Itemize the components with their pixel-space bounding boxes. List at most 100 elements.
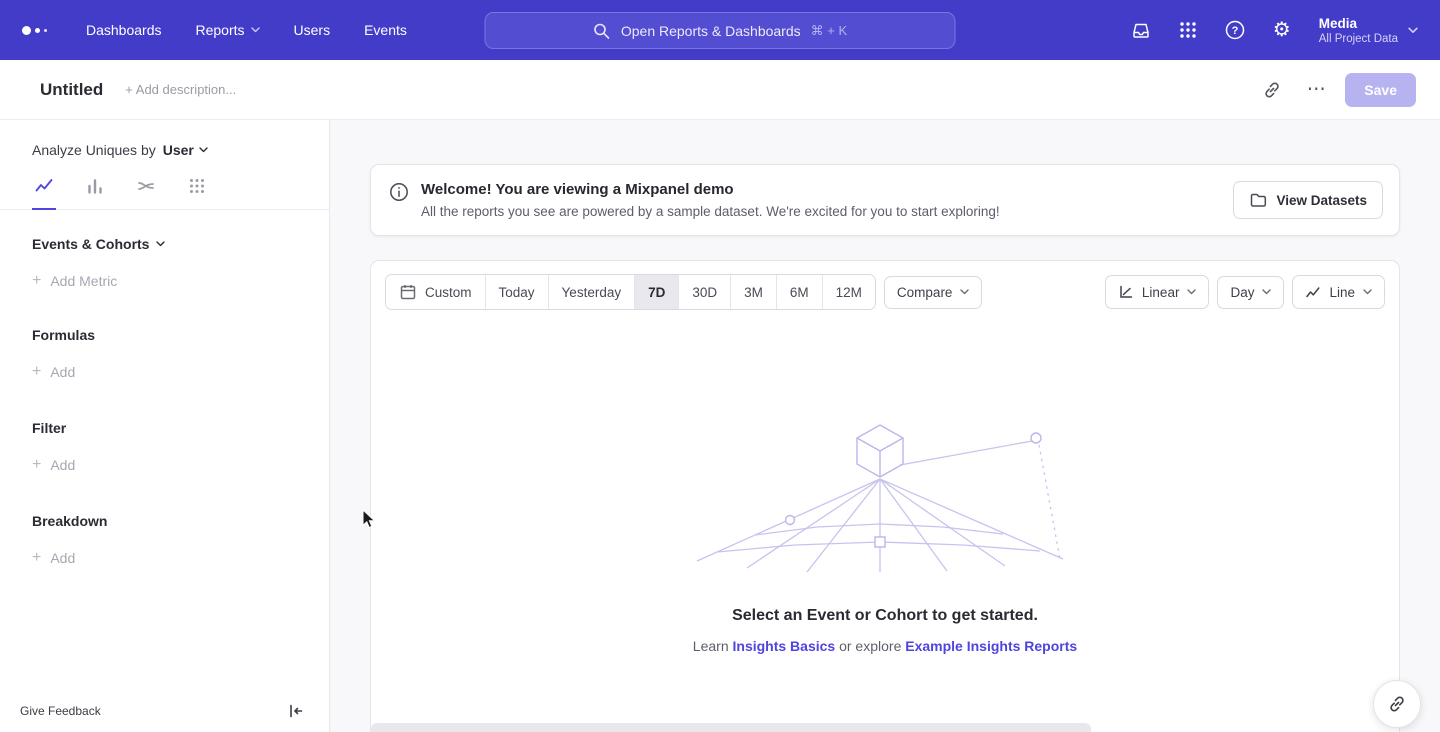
report-title[interactable]: Untitled (40, 80, 103, 100)
save-button[interactable]: Save (1345, 73, 1416, 107)
chart-type-label: Line (1329, 285, 1355, 300)
events-cohorts-label: Events & Cohorts (32, 236, 149, 252)
range-6m-button[interactable]: 6M (776, 275, 822, 309)
breakdown-section: Breakdown + Add (0, 513, 329, 566)
nav-dashboards[interactable]: Dashboards (86, 22, 162, 38)
view-datasets-label: View Datasets (1276, 193, 1367, 208)
info-icon (389, 182, 409, 202)
analyze-label: Analyze Uniques by (32, 142, 156, 158)
global-search[interactable]: Open Reports & Dashboards ⌘ + K (485, 12, 956, 49)
report-header: Untitled + Add description... ⋯ Save (0, 60, 1440, 120)
analyze-by-value: User (163, 142, 194, 158)
view-datasets-button[interactable]: View Datasets (1233, 181, 1383, 219)
header-actions: ⋯ Save (1257, 73, 1416, 107)
custom-date-label: Custom (425, 285, 472, 300)
share-link-button[interactable] (1373, 680, 1421, 728)
project-info: Media All Project Data (1319, 16, 1398, 45)
chart-type-dropdown[interactable]: Line (1292, 275, 1385, 309)
tab-bar-chart[interactable] (83, 175, 107, 209)
custom-date-button[interactable]: Custom (386, 275, 485, 309)
add-metric-button[interactable]: + Add Metric (32, 273, 117, 289)
project-switcher[interactable]: Media All Project Data (1319, 16, 1418, 45)
query-sidebar: Analyze Uniques by User Events & Cohorts (0, 120, 330, 732)
plus-icon: + (32, 364, 41, 380)
tab-metric-grid[interactable] (185, 175, 209, 209)
nav-users[interactable]: Users (294, 22, 331, 38)
search-placeholder: Open Reports & Dashboards (621, 23, 801, 39)
range-3m-button[interactable]: 3M (730, 275, 776, 309)
range-12m-button[interactable]: 12M (822, 275, 875, 309)
search-icon (593, 22, 611, 40)
add-metric-label: Add Metric (50, 273, 117, 289)
chart-card: Custom Today Yesterday 7D 30D 3M 6M 12M … (370, 260, 1400, 732)
compare-button[interactable]: Compare (884, 276, 983, 309)
add-breakdown-label: Add (50, 550, 75, 566)
empty-state-illustration (695, 421, 1075, 573)
range-30d-button[interactable]: 30D (678, 275, 730, 309)
add-formula-button[interactable]: + Add (32, 364, 75, 380)
mixpanel-logo[interactable] (22, 26, 56, 35)
formulas-section: Formulas + Add (0, 327, 329, 380)
grid-dots-icon (187, 176, 207, 196)
link-icon (1387, 694, 1407, 714)
top-navbar: Dashboards Reports Users Events Open Rep… (0, 0, 1440, 60)
calendar-icon (399, 283, 417, 301)
learn-text: Learn (693, 638, 729, 654)
banner-title: Welcome! You are viewing a Mixpanel demo (421, 181, 1000, 198)
events-cohorts-header[interactable]: Events & Cohorts (32, 236, 165, 252)
date-range-segmented-control: Custom Today Yesterday 7D 30D 3M 6M 12M (385, 274, 876, 310)
chevron-down-icon (199, 147, 208, 153)
chevron-down-icon (1187, 289, 1196, 295)
filter-label: Filter (32, 420, 297, 436)
add-breakdown-button[interactable]: + Add (32, 550, 75, 566)
empty-state: Select an Event or Cohort to get started… (371, 323, 1399, 732)
granularity-dropdown[interactable]: Day (1217, 276, 1284, 309)
empty-state-title: Select an Event or Cohort to get started… (732, 607, 1038, 625)
copy-link-icon[interactable] (1257, 75, 1287, 105)
visualization-tabs (0, 158, 329, 210)
plus-icon: + (32, 457, 41, 473)
flows-icon (136, 176, 156, 196)
plus-icon: + (32, 550, 41, 566)
logo-dot (22, 26, 31, 35)
horizontal-scrollbar[interactable] (371, 723, 1091, 732)
tab-line-chart[interactable] (32, 175, 56, 210)
more-options-button[interactable]: ⋯ (1301, 75, 1331, 105)
chevron-down-icon (156, 241, 165, 247)
apps-grid-icon[interactable] (1176, 18, 1200, 42)
or-explore-text: or explore (839, 638, 901, 654)
gear-icon[interactable]: ⚙ (1270, 18, 1294, 42)
nav-events[interactable]: Events (364, 22, 407, 38)
project-name: Media (1319, 16, 1398, 31)
gear-glyph: ⚙ (1273, 20, 1291, 40)
example-reports-link[interactable]: Example Insights Reports (905, 638, 1077, 654)
inbox-icon[interactable] (1129, 18, 1153, 42)
range-today-button[interactable]: Today (485, 275, 548, 309)
insights-basics-link[interactable]: Insights Basics (733, 638, 836, 654)
navbar-right: ? ⚙ Media All Project Data (1129, 16, 1418, 45)
tab-flows-chart[interactable] (134, 175, 158, 209)
plus-icon: + (32, 273, 41, 289)
give-feedback-link[interactable]: Give Feedback (20, 704, 101, 718)
chevron-down-icon (1363, 289, 1372, 295)
line-chart-icon (1305, 284, 1321, 300)
granularity-label: Day (1230, 285, 1254, 300)
demo-banner: Welcome! You are viewing a Mixpanel demo… (370, 164, 1400, 236)
chevron-down-icon (251, 27, 260, 33)
empty-state-links: Learn Insights Basics or explore Example… (693, 638, 1077, 654)
scale-dropdown[interactable]: Linear (1105, 275, 1210, 309)
collapse-sidebar-icon[interactable] (287, 702, 305, 720)
chevron-down-icon (960, 289, 969, 295)
formulas-label: Formulas (32, 327, 297, 343)
content-area: Analyze Uniques by User Events & Cohorts (0, 120, 1440, 732)
add-description[interactable]: + Add description... (125, 82, 236, 97)
nav-reports[interactable]: Reports (196, 22, 260, 38)
range-7d-button[interactable]: 7D (634, 275, 678, 309)
add-filter-button[interactable]: + Add (32, 457, 75, 473)
analyze-by-dropdown[interactable]: User (163, 142, 208, 158)
range-yesterday-button[interactable]: Yesterday (548, 275, 635, 309)
folder-icon (1249, 191, 1267, 209)
help-icon[interactable]: ? (1223, 18, 1247, 42)
logo-dot (35, 28, 40, 33)
scale-label: Linear (1142, 285, 1180, 300)
